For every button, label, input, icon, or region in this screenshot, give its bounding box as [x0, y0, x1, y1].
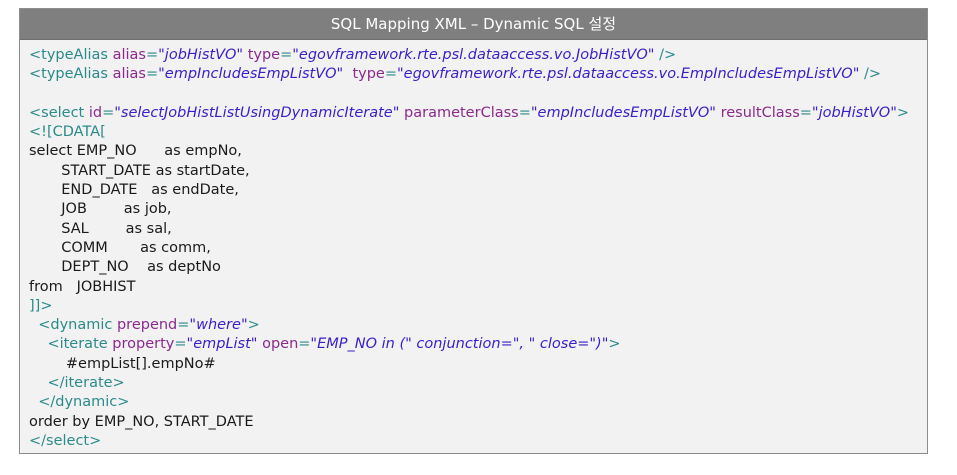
code-line: <dynamic prepend="where"> [29, 316, 927, 335]
code-token: = [174, 336, 187, 353]
code-token: > [247, 317, 260, 334]
code-token: = [145, 47, 159, 63]
code-token: prepend [116, 317, 178, 334]
code-line: <iterate property="empList" open="EMP_NO… [29, 335, 927, 354]
panel-title: SQL Mapping XML – Dynamic SQL 설정 [20, 9, 927, 40]
code-line: COMM as comm, [29, 239, 927, 258]
code-token: > [896, 104, 910, 121]
code-token: type [247, 47, 281, 63]
code-line: ]]> [29, 297, 927, 316]
code-token: JOB as job, [29, 201, 172, 218]
code-token: <dynamic [38, 317, 117, 334]
code-line: <typeAlias alias="jobHistVO" type="egovf… [29, 46, 927, 65]
code-token: <select [29, 104, 89, 121]
code-token: alias [112, 47, 146, 63]
code-token: "egovframework.rte.psl.dataaccess.vo.Emp… [397, 66, 860, 83]
code-line: </iterate> [29, 374, 927, 393]
code-token: id [88, 104, 103, 121]
code-line: select EMP_NO as empNo, [29, 142, 927, 161]
code-token: = [145, 66, 159, 83]
code-line: <select id="selectJobHistListUsingDynami… [29, 104, 927, 123]
code-token: "jobHistVO" [158, 47, 244, 63]
code-token: = [298, 336, 311, 353]
code-token: parameterClass [404, 104, 519, 121]
code-token: "selectJobHistListUsingDynamicIterate" [114, 104, 400, 121]
code-token: </iterate> [47, 375, 125, 392]
code-token: alias [112, 66, 146, 83]
code-line: </select> [29, 432, 927, 451]
code-token: "jobHistVO" [811, 104, 897, 121]
code-panel: SQL Mapping XML – Dynamic SQL 설정 <typeAl… [19, 8, 928, 454]
code-token: select EMP_NO as empNo, [29, 143, 242, 160]
code-token: /> [859, 66, 882, 83]
code-block: <typeAlias alias="jobHistVO" type="egovf… [20, 40, 927, 451]
code-line: <typeAlias alias="empIncludesEmpListVO" … [29, 65, 927, 84]
code-token: <typeAlias [29, 47, 113, 63]
code-line: START_DATE as startDate, [29, 162, 927, 181]
code-token: DEPT_NO as deptNo [29, 259, 221, 276]
code-line: JOB as job, [29, 200, 927, 219]
code-token: END_DATE as endDate, [29, 182, 239, 199]
code-line: END_DATE as endDate, [29, 181, 927, 200]
code-token: = [102, 104, 115, 121]
code-line: <![CDATA[ [29, 123, 927, 142]
code-token: SAL as sal, [29, 220, 172, 237]
code-token: = [384, 66, 398, 83]
code-token: "empList" [186, 336, 258, 353]
code-token: open [262, 336, 299, 353]
code-line: #empList[].empNo# [29, 355, 927, 374]
code-token: #empList[].empNo# [29, 355, 216, 372]
code-token: > [608, 336, 621, 353]
code-token: START_DATE as startDate, [29, 162, 250, 179]
code-token: </select> [29, 432, 102, 449]
code-token: type [352, 66, 385, 83]
code-token: = [280, 47, 293, 63]
code-token: <iterate [47, 336, 113, 353]
code-token: from JOBHIST [29, 278, 136, 295]
code-token: = [177, 317, 190, 334]
code-line: from JOBHIST [29, 278, 927, 297]
code-token: order by EMP_NO, START_DATE [29, 413, 254, 430]
code-token: resultClass [720, 104, 800, 121]
code-token: "egovframework.rte.psl.dataaccess.vo.Job… [292, 47, 655, 63]
code-line: DEPT_NO as deptNo [29, 258, 927, 277]
code-token: /> [654, 47, 677, 63]
code-line: SAL as sal, [29, 220, 927, 239]
code-token: "empIncludesEmpListVO" [158, 66, 344, 83]
code-token: "EMP_NO in (" conjunction=", " close=")" [310, 336, 609, 353]
code-token: COMM as comm, [29, 239, 211, 256]
code-token: <![CDATA[ [29, 124, 106, 141]
code-token: property [112, 336, 175, 353]
code-token: = [518, 104, 531, 121]
code-line: </dynamic> [29, 393, 927, 412]
code-token: ]]> [29, 297, 53, 314]
code-token: "empIncludesEmpListVO" [530, 104, 716, 121]
code-line: order by EMP_NO, START_DATE [29, 413, 927, 432]
code-token: </dynamic> [38, 394, 130, 411]
code-token: <typeAlias [29, 66, 113, 83]
code-token: = [799, 104, 812, 121]
code-token: "where" [189, 317, 248, 334]
